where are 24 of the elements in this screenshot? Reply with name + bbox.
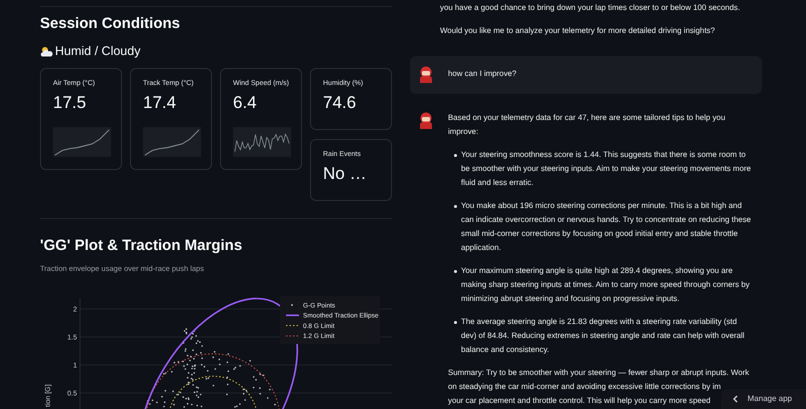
avatar-icon [418, 65, 434, 83]
bullet-icon [454, 321, 457, 324]
chevron-left-icon [732, 394, 738, 402]
section-heading: 'GG' Plot & Traction Margins [40, 238, 244, 254]
sparkline-drawing [143, 126, 201, 158]
legend-marker [286, 335, 300, 336]
weather-label: Humid / Cloudy [55, 44, 140, 58]
bullet-icon [454, 205, 457, 208]
section-heading: Session Conditions [40, 17, 182, 31]
legend-marker [286, 314, 299, 316]
metric-value: 17.5 [53, 93, 88, 113]
legend-marker [286, 325, 300, 326]
sparkline-drawing [233, 126, 291, 158]
manage-app-button[interactable]: Manage app [720, 389, 806, 409]
metric-value: No … [323, 164, 368, 184]
cloud-sun-icon [40, 46, 53, 56]
bullet-icon [454, 154, 457, 157]
metric-value: 6.4 [233, 93, 258, 113]
bullet-icon [454, 270, 457, 273]
avatar-icon [418, 111, 434, 129]
sparkline-drawing [53, 126, 111, 158]
legend-marker [291, 304, 293, 306]
metric-value: 17.4 [143, 93, 178, 113]
metric-value: 74.6 [323, 93, 358, 113]
